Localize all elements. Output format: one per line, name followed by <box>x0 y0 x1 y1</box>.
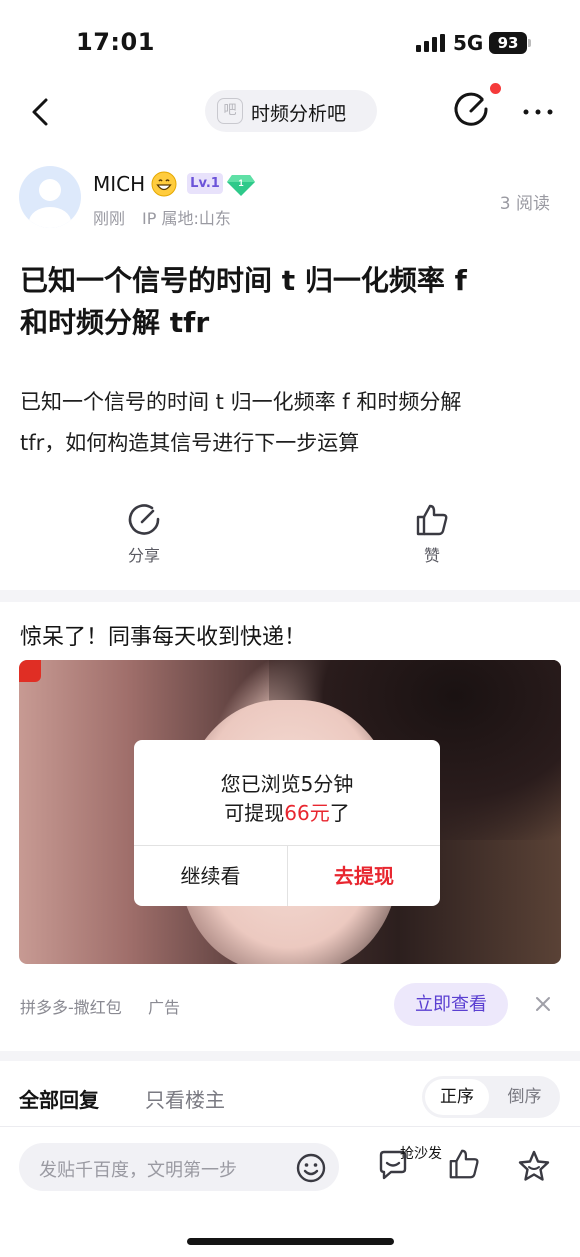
ad-tag: 广告 <box>148 998 181 1017</box>
popup-amount-line: 可提现66元了 <box>134 797 440 826</box>
member-gem-badge: 1 <box>226 171 256 197</box>
network-type: 5G <box>453 31 484 55</box>
bottom-like-button[interactable] <box>447 1147 481 1181</box>
forum-name-pill[interactable]: 吧 时频分析吧 <box>205 90 377 132</box>
share-icon <box>128 504 160 535</box>
avatar[interactable] <box>19 166 81 228</box>
battery-icon: 93 <box>489 32 527 54</box>
reply-input[interactable]: 发贴千百度，文明第一步 <box>19 1143 339 1191</box>
tab-owner-only[interactable]: 只看楼主 <box>145 1084 225 1113</box>
sort-ascending-button[interactable]: 正序 <box>425 1079 489 1115</box>
status-bar: 17:01 5G 93 <box>0 0 580 88</box>
notification-dot <box>490 83 501 94</box>
author-name[interactable]: MICH <box>93 172 145 196</box>
more-button[interactable] <box>518 92 558 132</box>
chevron-left-icon <box>32 98 48 126</box>
reply-input-placeholder: 发贴千百度，文明第一步 <box>39 1160 237 1181</box>
smile-icon <box>296 1153 326 1183</box>
post-title-line: 已知一个信号的时间 t 归一化频率 f <box>20 264 467 297</box>
ad-title[interactable]: 惊呆了！同事每天收到快递！ <box>20 619 306 651</box>
thumbs-up-icon <box>449 1149 479 1179</box>
share-label: 分享 <box>127 546 160 565</box>
status-time: 17:01 <box>76 28 155 56</box>
view-now-button[interactable]: 立即查看 <box>394 983 508 1026</box>
post-title-line: 和时频分解 tfr <box>20 306 210 339</box>
battery-tip <box>528 39 531 47</box>
like-label: 赞 <box>423 546 440 565</box>
withdraw-popup: 您已浏览5分钟 可提现66元了 继续看 去提现 <box>134 740 440 906</box>
close-icon <box>536 997 550 1011</box>
sofa-label: 抢沙发 <box>400 1146 442 1162</box>
section-divider <box>0 1051 580 1061</box>
popup-prefix: 可提现 <box>224 801 285 825</box>
popup-amount: 66元 <box>284 801 330 825</box>
ad-source: 拼多多-撒红包 <box>20 998 122 1017</box>
post-body-line: 已知一个信号的时间 t 归一化频率 f 和时频分解 <box>20 390 462 414</box>
star-icon <box>518 1150 550 1181</box>
level-badge: Lv.1 <box>187 173 223 194</box>
signal-icon <box>416 34 446 52</box>
default-avatar-icon <box>29 179 71 228</box>
edit-icon <box>454 92 488 126</box>
home-indicator <box>187 1238 394 1245</box>
popup-suffix: 了 <box>329 801 350 825</box>
more-icon <box>523 109 553 115</box>
ad-image[interactable]: 您已浏览5分钟 可提现66元了 继续看 去提现 <box>19 660 561 964</box>
like-button[interactable]: 赞 <box>392 502 472 566</box>
section-divider <box>0 590 580 602</box>
tab-all-replies[interactable]: 全部回复 <box>19 1084 99 1113</box>
thumbs-up-icon <box>416 504 448 536</box>
continue-button[interactable]: 继续看 <box>134 846 287 906</box>
close-ad-button[interactable] <box>530 991 556 1017</box>
favorite-button[interactable] <box>517 1149 551 1183</box>
post-time: 刚刚 <box>93 209 126 228</box>
sort-descending-button[interactable]: 倒序 <box>492 1079 557 1115</box>
grinning-emoji-icon <box>151 171 177 197</box>
read-count: 3 阅读 <box>499 194 550 214</box>
bottom-bar: 发贴千百度，文明第一步 抢沙发 <box>0 1126 580 1257</box>
post-body: 已知一个信号的时间 t 归一化频率 f 和时频分解 tfr，如何构造其信号进行下… <box>20 382 560 464</box>
back-button[interactable] <box>24 92 60 132</box>
forum-name: 时频分析吧 <box>251 103 347 125</box>
post-body-line: tfr，如何构造其信号进行下一步运算 <box>20 431 360 455</box>
post-title: 已知一个信号的时间 t 归一化频率 f 和时频分解 tfr <box>20 260 560 344</box>
edit-post-button[interactable] <box>452 90 492 130</box>
ad-brand-icon <box>19 660 41 682</box>
sort-toggle: 正序 倒序 <box>422 1076 560 1118</box>
popup-message: 您已浏览5分钟 <box>220 772 354 796</box>
emoji-button[interactable] <box>295 1152 327 1184</box>
withdraw-button[interactable]: 去提现 <box>288 846 440 906</box>
share-button[interactable]: 分享 <box>104 502 184 566</box>
forum-logo-icon: 吧 <box>217 98 243 124</box>
gem-number: 1 <box>238 178 243 188</box>
top-nav: 吧 时频分析吧 <box>0 83 580 136</box>
ip-location: IP 属地:山东 <box>142 209 231 228</box>
